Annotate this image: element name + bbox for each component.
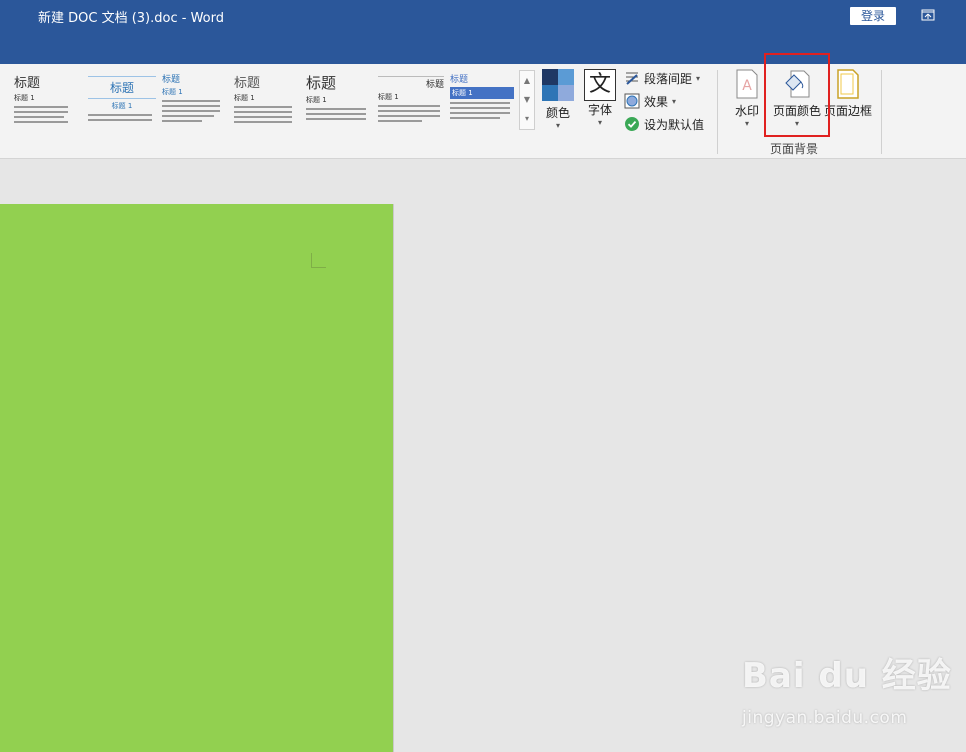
fonts-button[interactable]: 文 字体 ▾ [581,69,619,127]
dropdown-arrow-icon: ▾ [597,118,602,127]
ribbon-display-options-icon[interactable] [918,7,938,25]
style-set-centered[interactable]: 标题 标题 1 [88,72,156,130]
style-subheading: 标题 1 [14,94,35,102]
watermark-button[interactable]: A 水印 ▾ [729,69,765,128]
watermark-brand: Bai du 经验 [742,656,952,696]
style-heading: 标题 [162,75,181,85]
style-subheading: 标题 1 [162,88,183,96]
style-subheading: 标题 1 [450,87,514,99]
text-margin-marker [311,253,326,268]
fonts-icon: 文 [584,69,616,101]
highlight-box [764,53,830,137]
paragraph-spacing-icon [626,72,638,85]
effects-label: 效果 [644,94,669,109]
colors-button[interactable]: 颜色 ▾ [538,69,578,130]
document-page[interactable] [0,204,394,752]
paragraph-spacing-button[interactable]: 段落间距 ▾ [624,67,700,89]
dropdown-arrow-icon: ▾ [555,121,560,130]
watermark-url: jingyan.baidu.com [742,708,908,728]
style-heading: 标题 [450,75,469,85]
colors-label: 颜色 [545,106,570,120]
gallery-down-arrow-icon[interactable]: ▼ [520,90,534,109]
baidu-jingyan-watermark: Bai du 经验 jingyan.baidu.com [742,648,951,732]
style-subheading: 标题 1 [378,93,399,101]
style-set-basic[interactable]: 标题 标题 1 [234,72,296,130]
effects-button[interactable]: 效果 ▾ [624,90,676,112]
gallery-scrollbar[interactable]: ▲ ▼ ▾ [519,70,535,130]
set-as-default-label: 设为默认值 [644,117,705,132]
sign-in-button[interactable]: 登录 [850,7,896,25]
dropdown-arrow-icon: ▾ [696,73,701,83]
watermark-label: 水印 [734,104,759,118]
page-borders-icon [837,69,859,99]
dropdown-arrow-icon: ▾ [672,96,677,106]
style-set-large[interactable]: 标题 标题 1 [306,72,370,130]
style-set-small[interactable]: 标题 标题 1 [162,72,224,130]
svg-text:A: A [742,78,752,94]
checkmark-icon [625,117,639,131]
effects-icon [624,93,640,109]
style-heading: 标题 [306,74,337,92]
fonts-label: 字体 [587,103,612,117]
group-separator [717,70,718,154]
gallery-more-icon[interactable]: ▾ [520,109,534,128]
style-heading: 标题 [425,80,444,90]
group-separator [881,70,882,154]
page-background-group-label: 页面背景 [770,142,819,156]
paragraph-spacing-label: 段落间距 [644,71,693,86]
style-subheading: 标题 1 [111,102,133,110]
watermark-icon: A [736,69,758,99]
gallery-up-arrow-icon[interactable]: ▲ [520,71,534,90]
color-palette-icon [542,69,574,101]
style-subheading: 标题 1 [234,94,255,102]
style-set-default[interactable]: 标题 标题 1 [14,72,72,130]
style-set-banded[interactable]: 标题 标题 1 [450,72,514,130]
style-set-right[interactable]: 标题 标题 1 [378,72,444,130]
style-heading: 标题 [234,76,261,91]
style-subheading: 标题 1 [306,96,327,104]
style-heading: 标题 [14,76,41,91]
style-heading: 标题 [109,81,134,95]
window-title: 新建 DOC 文档 (3).doc - Word [38,11,224,26]
dropdown-arrow-icon: ▾ [744,119,749,128]
set-as-default-button[interactable]: 设为默认值 [624,113,704,135]
